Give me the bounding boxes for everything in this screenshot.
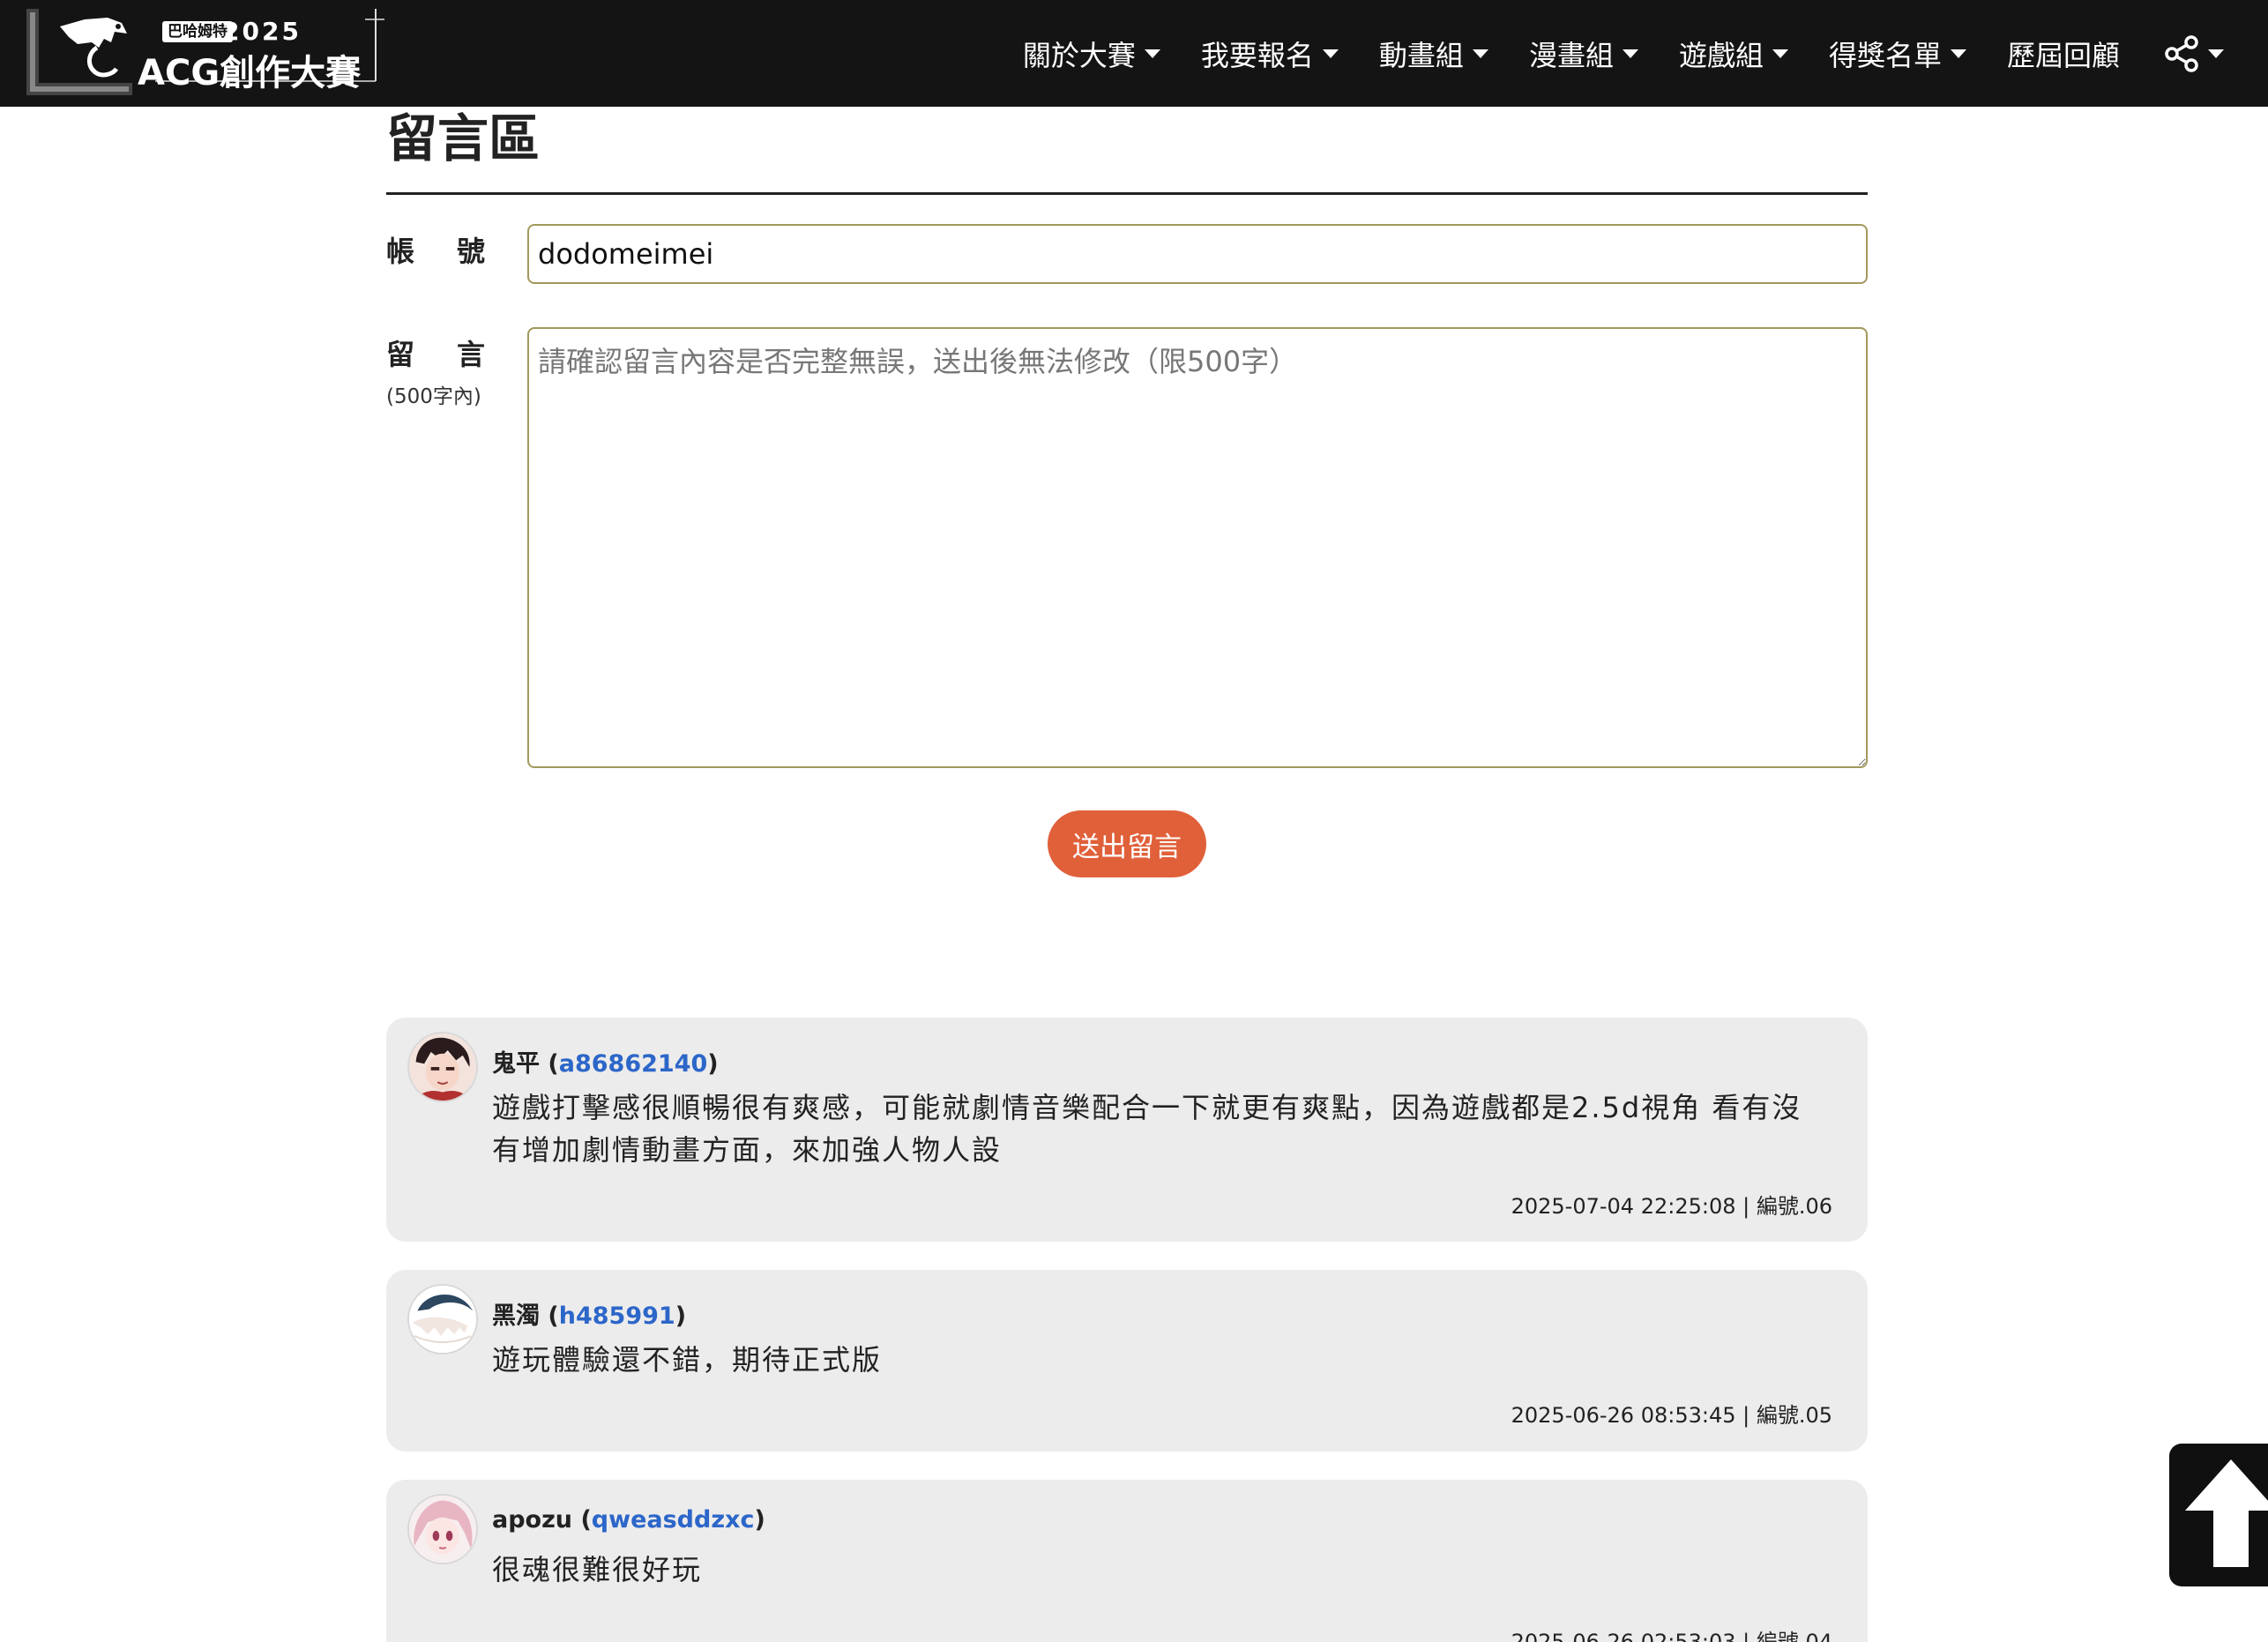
nav-item-label: 歷屆回顧 (2006, 38, 2120, 72)
nav-item-animation[interactable]: 動畫組 (1379, 34, 1488, 74)
user-avatar-icon (409, 1496, 476, 1563)
caret-down-icon (2208, 49, 2224, 58)
comment-user-link[interactable]: qweasddzxc (592, 1506, 755, 1534)
nav-item-register[interactable]: 我要報名 (1201, 34, 1339, 74)
comment-text: 遊戲打擊感很順暢很有爽感，可能就劇情音樂配合一下就更有爽點，因為遊戲都是2.5d… (492, 1091, 1802, 1167)
nav-item-label: 漫畫組 (1528, 38, 1614, 72)
arrow-up-icon (2185, 1459, 2268, 1567)
title-divider (386, 192, 1868, 195)
submit-comment-button[interactable]: 送出留言 (1048, 810, 1206, 877)
nav-item-game[interactable]: 遊戲組 (1679, 34, 1788, 74)
back-to-top-button[interactable] (2169, 1444, 2268, 1586)
comment-author: 鬼平 (a86862140) (492, 1050, 719, 1078)
caret-down-icon (1950, 49, 1966, 58)
account-label: 帳號 帳 號 (386, 229, 485, 270)
section-title: 留言區 (386, 108, 541, 168)
comment-author: apozu (qweasddzxc) (492, 1506, 765, 1534)
caret-down-icon (1472, 49, 1488, 58)
nav-item-label: 我要報名 (1200, 38, 1314, 72)
comment-card: apozu (qweasddzxc) 很魂很難很好玩 2025-06-26 02… (386, 1480, 1868, 1642)
nav-menu: 關於大賽 我要報名 動畫組 漫畫組 遊戲組 得獎名單 歷屆回顧 (982, 0, 2224, 107)
account-label-char-2: 號 (456, 235, 485, 268)
comment-meta: 2025-06-26 08:53:45 | 編號.05 (1511, 1403, 1832, 1428)
comment-card: 黑濁 (h485991) 遊玩體驗還不錯，期待正式版 2025-06-26 08… (386, 1270, 1868, 1452)
message-label: 留言 留 言 (386, 332, 485, 373)
caret-down-icon (1622, 49, 1638, 58)
message-textarea[interactable] (527, 327, 1868, 768)
message-label-char-1: 留 (386, 338, 415, 371)
comment-nickname: 黑濁 (492, 1302, 540, 1330)
nav-item-about[interactable]: 關於大賽 (1023, 34, 1160, 74)
comment-nickname: apozu (492, 1506, 573, 1534)
nav-item-label: 得獎名單 (1828, 38, 1942, 72)
caret-down-icon (1144, 49, 1160, 58)
user-avatar-icon (409, 1286, 476, 1353)
share-icon (2165, 34, 2198, 72)
nav-item-label: 關於大賽 (1022, 38, 1136, 72)
top-navbar: 巴哈姆特 2025 ACG創作大賽 關於大賽 我要報名 動畫組 漫畫組 遊戲組 … (0, 0, 2268, 107)
comment-nickname: 鬼平 (492, 1050, 540, 1078)
nav-item-history[interactable]: 歷屆回顧 (2007, 34, 2120, 74)
comment-meta: 2025-07-04 22:25:08 | 編號.06 (1511, 1194, 1832, 1219)
caret-down-icon (1772, 49, 1788, 58)
logo-year: 2025 (222, 17, 302, 46)
account-field[interactable] (527, 224, 1868, 284)
message-label-char-2: 言 (456, 338, 485, 371)
comment-card: 鬼平 (a86862140) 遊戲打擊感很順暢很有爽感，可能就劇情音樂配合一下就… (386, 1018, 1868, 1242)
avatar[interactable] (407, 1494, 478, 1564)
nav-item-comic[interactable]: 漫畫組 (1529, 34, 1638, 74)
comment-author: 黑濁 (h485991) (492, 1302, 687, 1330)
logo-title: ACG創作大賽 (138, 53, 362, 93)
account-label-char-1: 帳 (386, 235, 415, 268)
avatar[interactable] (407, 1284, 478, 1355)
nav-item-label: 動畫組 (1378, 38, 1464, 72)
comment-meta: 2025-06-26 02:53:03 | 編號.04 (1511, 1630, 1832, 1642)
user-avatar-icon (409, 1034, 476, 1101)
comment-text: 遊玩體驗還不錯，期待正式版 (492, 1343, 883, 1377)
nav-item-winners[interactable]: 得獎名單 (1829, 34, 1966, 74)
share-menu[interactable] (2164, 34, 2224, 72)
message-length-note: (500字內) (386, 385, 481, 408)
avatar[interactable] (407, 1032, 478, 1102)
caret-down-icon (1322, 49, 1339, 58)
nav-item-label: 遊戲組 (1678, 38, 1764, 72)
comment-user-link[interactable]: h485991 (559, 1302, 675, 1330)
comment-text: 很魂很難很好玩 (492, 1553, 703, 1586)
comment-user-link[interactable]: a86862140 (559, 1050, 708, 1078)
site-logo[interactable]: 巴哈姆特 2025 ACG創作大賽 (23, 7, 384, 97)
